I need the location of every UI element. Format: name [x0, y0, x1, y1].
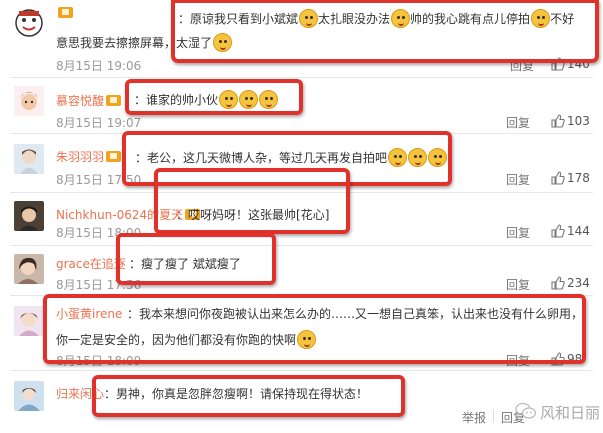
like-button[interactable]: 103 — [551, 114, 590, 128]
comment-5: grace在追逐 ：瘦了瘦了 斌斌瘦了 8月15日 17:56 回复 234 — [0, 246, 603, 295]
comment-6: 小蛋黄irene ：我本来想问你夜跑被认出来怎么办的……又一想自己真笨，认出来也… — [0, 296, 603, 369]
comment-text: ：瘦了瘦了 斌斌瘦了 — [129, 257, 241, 271]
like-button[interactable]: 144 — [551, 224, 590, 238]
emoji-icon — [299, 9, 319, 28]
reply-button[interactable]: 回复 — [506, 352, 530, 369]
comment-text-line2: 意思我要去擦擦屏幕，太湿了 — [56, 33, 233, 52]
reply-button[interactable]: 回复 — [506, 224, 530, 241]
avatar[interactable] — [14, 381, 44, 411]
emoji-icon — [391, 9, 411, 28]
avatar[interactable] — [14, 201, 44, 231]
comment-author[interactable]: 朱羽羽羽 — [56, 148, 122, 165]
comment-text: ：老公，这几天微博人杂，等过几天再发自拍吧 — [135, 148, 448, 167]
comment-text: ：谁家的帅小伙 — [134, 90, 279, 109]
comment-date: 8月15日 18:09 — [56, 354, 142, 368]
comment-text-line2: 你一定是安全的，因为他们都没有你跑的快啊 — [56, 330, 317, 349]
avatar[interactable] — [14, 86, 44, 116]
comment-author[interactable] — [56, 6, 73, 20]
comment-text: ：哎呀妈呀！这张最帅[花心] — [176, 208, 330, 222]
comment-author[interactable]: grace在追逐 — [56, 255, 126, 272]
vip-badge-icon — [106, 95, 122, 106]
vip-badge-icon — [106, 151, 122, 162]
emoji-icon — [259, 90, 279, 109]
like-button[interactable]: 178 — [551, 171, 590, 185]
emoji-icon — [213, 33, 233, 52]
comment-4: Nichkhun-0624的夏天 ：哎呀妈呀！这张最帅[花心] 8月15日 18… — [0, 193, 603, 245]
thumbs-up-icon — [551, 276, 565, 290]
report-button[interactable]: 举报 — [462, 409, 486, 426]
thumbs-up-icon — [551, 114, 565, 128]
reply-button[interactable]: 回复 — [506, 171, 530, 188]
thumbs-up-icon — [551, 352, 565, 366]
vip-badge-icon — [58, 7, 73, 18]
like-button[interactable]: 234 — [551, 276, 590, 290]
avatar[interactable] — [14, 8, 44, 38]
comment-date: 8月15日 19:06 — [56, 59, 142, 73]
emoji-icon — [219, 90, 239, 109]
comment-text: ：男神，你真是忽胖忽瘦啊！请保持现在得状态！ — [104, 387, 369, 401]
comment-author[interactable]: 小蛋黄irene — [56, 305, 122, 322]
comment-date: 8月15日 19:07 — [56, 116, 142, 130]
reply-button[interactable]: 回复 — [506, 276, 530, 293]
comment-author[interactable]: 归来闲心 — [56, 385, 104, 402]
emoji-icon — [388, 148, 408, 167]
comment-2: 慕容悦馥 ：谁家的帅小伙 8月15日 19:07 回复 103 — [0, 78, 603, 133]
watermark-text: 风和日丽 — [540, 404, 601, 422]
comment-date: 8月15日 17:50 — [56, 173, 142, 187]
comment-1: ：原谅我只看到小斌斌 太扎眼没办法 帅的我心跳有点儿停拍 不好 意思我要去擦擦屏幕，太… — [0, 0, 603, 77]
emoji-icon — [239, 90, 259, 109]
wechat-logo-icon — [515, 402, 537, 419]
avatar[interactable] — [14, 144, 44, 174]
divider — [493, 410, 494, 422]
comment-7: 归来闲心 ：男神，你真是忽胖忽瘦啊！请保持现在得状态！ 举报 回复 — [0, 371, 603, 433]
thumbs-up-icon — [551, 171, 565, 185]
emoji-icon — [531, 9, 551, 28]
comment-text: ：我本来想问你夜跑被认出来怎么办的……又一想自己真笨，认出来也没有什么卵用， — [127, 307, 584, 321]
avatar[interactable] — [14, 306, 44, 336]
comment-text: ：原谅我只看到小斌斌 太扎眼没办法 帅的我心跳有点儿停拍 不好 — [178, 9, 574, 28]
emoji-icon — [408, 148, 428, 167]
avatar[interactable] — [14, 254, 44, 284]
comment-3: 朱羽羽羽 ：老公，这几天微博人杂，等过几天再发自拍吧 8月15日 17:50 回… — [0, 134, 603, 192]
reply-button[interactable]: 回复 — [506, 114, 530, 131]
emoji-icon — [297, 330, 317, 349]
comment-date: 8月15日 18:00 — [56, 226, 142, 240]
thumbs-up-icon — [551, 57, 565, 71]
thumbs-up-icon — [551, 224, 565, 238]
comment-date: 8月15日 17:56 — [56, 278, 142, 292]
reply-button[interactable]: 回复 — [510, 57, 534, 74]
like-button[interactable]: 98 — [551, 352, 582, 366]
like-button[interactable]: 140 — [551, 57, 590, 71]
comment-author[interactable]: 慕容悦馥 — [56, 92, 122, 109]
emoji-icon — [428, 148, 448, 167]
